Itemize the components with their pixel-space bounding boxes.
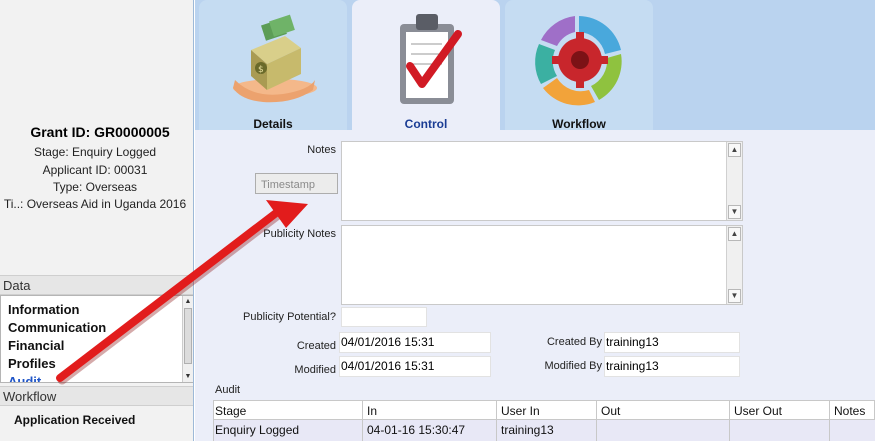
grid-divider (596, 400, 597, 441)
audit-grid-header: Stage In User In Out User Out Notes (213, 400, 875, 420)
tab-workflow-label: Workflow (552, 117, 606, 131)
grid-divider (496, 400, 497, 441)
col-user-out[interactable]: User Out (734, 404, 782, 418)
grant-stage: Stage: Enquiry Logged (33, 145, 157, 159)
scroll-up-icon[interactable]: ▲ (728, 143, 741, 157)
cell-stage: Enquiry Logged (215, 423, 300, 437)
workflow-item-application-received[interactable]: Application Received (14, 413, 135, 427)
cell-user-in: training13 (501, 423, 554, 437)
created-field[interactable]: 04/01/2016 15:31 (339, 332, 491, 353)
table-row[interactable]: Enquiry Logged 04-01-16 15:30:47 trainin… (213, 420, 875, 441)
data-list: Information Communication Financial Prof… (0, 295, 193, 383)
modified-label: Modified (294, 364, 336, 376)
created-label: Created (296, 340, 336, 352)
scroll-down-icon[interactable]: ▼ (728, 289, 741, 303)
svg-text:$: $ (258, 65, 264, 75)
workflow-section-header: Workflow (0, 386, 193, 406)
tab-details-label: Details (253, 117, 293, 131)
notes-textarea[interactable]: ▲ ▼ (341, 141, 743, 221)
publicity-notes-textarea[interactable]: ▲ ▼ (341, 225, 743, 305)
col-user-in[interactable]: User In (501, 404, 540, 418)
scroll-thumb[interactable] (184, 308, 192, 364)
scroll-down-icon[interactable]: ▼ (728, 205, 741, 219)
modified-field[interactable]: 04/01/2016 15:31 (339, 356, 491, 377)
grid-divider (362, 400, 363, 441)
tab-details[interactable]: $ Details (199, 0, 347, 131)
grant-title-line: Ti..: Overseas Aid in Uganda 2016 (3, 197, 187, 211)
grant-applicant-id: Applicant ID: 00031 (42, 163, 148, 177)
data-item-audit[interactable]: Audit (8, 374, 41, 382)
main-panel: $ Details Control Workflow Notes ▲ ▼ Tim… (195, 0, 875, 441)
scroll-up-icon[interactable]: ▲ (728, 227, 741, 241)
data-item-profiles[interactable]: Profiles (8, 356, 56, 371)
cycle-gear-icon (535, 16, 622, 106)
scroll-up-icon[interactable]: ▲ (183, 296, 193, 307)
audit-label: Audit (215, 384, 241, 396)
created-by-field[interactable]: training13 (604, 332, 740, 353)
modified-by-field[interactable]: training13 (604, 356, 740, 377)
col-in[interactable]: In (367, 404, 377, 418)
publicity-notes-label: Publicity Notes (263, 228, 336, 240)
notes-label: Notes (307, 144, 336, 156)
tab-bar: $ Details Control Workflow (195, 0, 875, 131)
data-section-header: Data (0, 275, 193, 295)
created-by-label: Created By (546, 336, 602, 348)
data-list-scrollbar[interactable]: ▲ ▼ (182, 296, 193, 382)
tab-control[interactable]: Control (352, 0, 500, 131)
publicity-potential-label: Publicity Potential? (243, 311, 336, 323)
notes-scrollbar[interactable]: ▲ ▼ (726, 142, 742, 220)
col-stage[interactable]: Stage (215, 404, 246, 418)
col-out[interactable]: Out (601, 404, 620, 418)
cell-in: 04-01-16 15:30:47 (367, 423, 466, 437)
tab-workflow[interactable]: Workflow (505, 0, 653, 131)
data-item-information[interactable]: Information (8, 302, 80, 317)
left-panel: Grant ID: GR0000005 Stage: Enquiry Logge… (0, 0, 194, 441)
data-item-communication[interactable]: Communication (8, 320, 106, 335)
clipboard-check-icon (400, 14, 462, 104)
grant-type: Type: Overseas (52, 180, 138, 194)
grid-divider (729, 400, 730, 441)
timestamp-button[interactable]: Timestamp (255, 173, 338, 194)
tab-control-label: Control (404, 117, 448, 131)
grid-divider (829, 400, 830, 441)
publicity-potential-field[interactable] (341, 307, 427, 327)
col-notes[interactable]: Notes (834, 404, 865, 418)
data-item-financial[interactable]: Financial (8, 338, 64, 353)
grant-id-title: Grant ID: GR0000005 (30, 124, 170, 140)
money-box-hand-icon: $ (233, 14, 317, 103)
publicity-notes-scrollbar[interactable]: ▲ ▼ (726, 226, 742, 304)
modified-by-label: Modified By (544, 360, 602, 372)
scroll-down-icon[interactable]: ▼ (183, 371, 193, 382)
